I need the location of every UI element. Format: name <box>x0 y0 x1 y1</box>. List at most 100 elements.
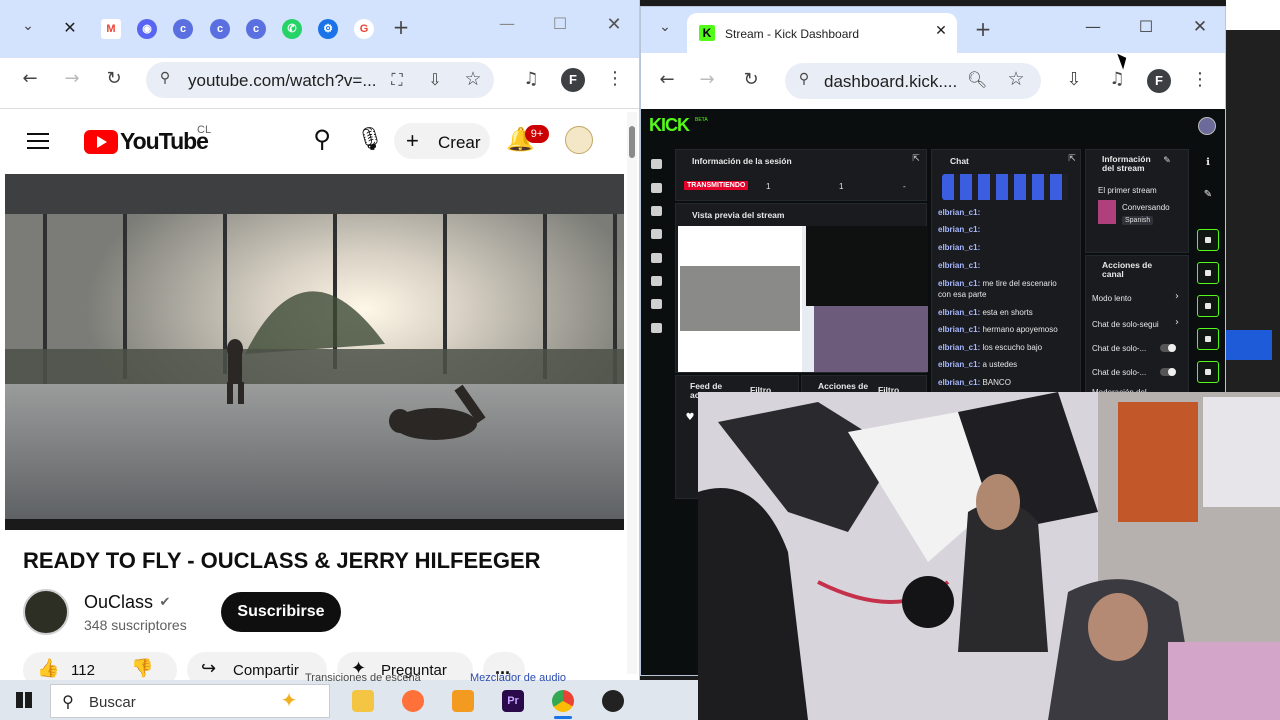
wrench-icon[interactable] <box>651 276 662 286</box>
close-tab-icon[interactable]: ✕ <box>60 18 80 37</box>
microphone-icon[interactable]: 🎙 <box>356 127 384 152</box>
new-tab-button[interactable]: + <box>391 15 411 39</box>
subscribe-button[interactable]: Suscribirse <box>221 592 341 632</box>
bookmark-star-icon[interactable]: ☆ <box>462 68 484 90</box>
panel-title-line2: canal <box>1102 269 1124 279</box>
tab-search-chevron-icon[interactable]: ⌄ <box>655 19 675 35</box>
settings-tab-icon[interactable]: ⚙ <box>318 19 338 39</box>
profile-avatar[interactable]: F <box>1147 69 1171 93</box>
premiere-icon[interactable]: Pr <box>502 690 524 712</box>
youtube-logo-text[interactable]: YouTube <box>120 128 209 155</box>
reload-icon[interactable]: ↻ <box>741 69 761 90</box>
maximize-icon[interactable]: ☐ <box>1136 17 1156 36</box>
panel-title: Información de la sesión <box>692 156 792 166</box>
obs-icon[interactable] <box>602 690 624 712</box>
page-scrollbar[interactable] <box>627 112 637 674</box>
chrome-icon[interactable] <box>552 690 574 712</box>
create-label: Crear <box>438 133 481 152</box>
address-bar[interactable]: ⚲ dashboard.kick.... 🔍︎ ☆ <box>785 63 1041 99</box>
sidebar-action-icon[interactable] <box>1197 328 1219 350</box>
forward-icon[interactable]: → <box>62 68 82 89</box>
close-tab-icon[interactable]: ✕ <box>933 23 949 39</box>
create-button[interactable]: + Crear <box>394 123 490 159</box>
google-tab-icon[interactable]: G <box>354 19 374 39</box>
calendar-icon[interactable] <box>651 206 662 216</box>
channel-avatar[interactable] <box>23 589 69 635</box>
chat-only-toggle-label: Chat de solo-... <box>1092 344 1147 353</box>
install-icon[interactable]: ⇩ <box>424 70 446 89</box>
back-icon[interactable]: ← <box>20 68 40 89</box>
search-icon[interactable]: ⚲ <box>308 125 336 153</box>
fl-studio-icon[interactable] <box>452 690 474 712</box>
channel-name[interactable]: OuClass <box>84 592 153 613</box>
chevron-right-icon[interactable]: › <box>1172 291 1182 302</box>
whatsapp-tab-icon[interactable]: ✆ <box>282 19 302 39</box>
link-icon[interactable] <box>651 183 662 193</box>
site-info-icon[interactable]: ⚲ <box>795 71 813 87</box>
scrollbar-thumb[interactable] <box>629 126 635 158</box>
stream-preview-image[interactable] <box>678 226 928 372</box>
chat-only-toggle[interactable] <box>1160 368 1176 376</box>
popout-icon[interactable]: ⇱ <box>1066 154 1078 164</box>
screen-icon[interactable] <box>651 253 662 263</box>
bookmark-star-icon[interactable]: ☆ <box>1005 68 1027 90</box>
tab-title: Stream - Kick Dashboard <box>725 27 860 41</box>
followers-only-option[interactable]: Chat de solo-segui <box>1092 320 1159 329</box>
like-button[interactable]: 👍 112 👎 <box>23 652 177 680</box>
slow-mode-option[interactable]: Modo lento <box>1092 294 1132 303</box>
translate-icon[interactable]: ⛶ <box>386 70 408 90</box>
hamburger-menu-icon[interactable] <box>27 133 49 149</box>
chrome-menu-icon[interactable]: ⋮ <box>1191 69 1209 90</box>
thumbs-down-icon[interactable]: 👎 <box>131 658 153 679</box>
video-player[interactable] <box>5 174 624 530</box>
kick-logo[interactable]: KICK <box>649 115 690 136</box>
users-icon[interactable] <box>651 299 662 309</box>
taskbar-search-box[interactable]: ⚲ Buscar ✦ <box>50 684 330 718</box>
edit-pencil-icon[interactable]: ✎ <box>1162 156 1172 166</box>
close-window-icon[interactable]: ✕ <box>604 14 624 35</box>
cursive-tab-icon[interactable]: c <box>173 19 193 39</box>
gmail-tab-icon[interactable]: M <box>101 19 121 39</box>
reload-icon[interactable]: ↻ <box>104 68 124 89</box>
minimize-icon[interactable]: — <box>497 14 517 33</box>
discord-tab-icon[interactable]: ◉ <box>137 19 157 39</box>
edit-icon[interactable]: ✎ <box>1201 189 1215 200</box>
kick-user-avatar[interactable] <box>1198 117 1216 135</box>
info-icon[interactable]: ℹ <box>1201 157 1215 168</box>
maximize-icon[interactable]: ☐ <box>550 14 570 33</box>
new-tab-button[interactable]: + <box>973 17 993 41</box>
popout-icon[interactable]: ⇱ <box>910 154 922 164</box>
youtube-logo-icon[interactable] <box>84 130 118 154</box>
chat-message: elbrian_c1: <box>938 208 981 217</box>
tab-search-chevron-icon[interactable]: ⌄ <box>18 18 38 34</box>
chevron-right-icon[interactable]: › <box>1172 317 1182 328</box>
media-control-icon[interactable]: ♫ <box>1106 69 1128 89</box>
youtube-header: YouTube CL ⚲ 🎙 + Crear 🔔 9+ <box>0 108 639 172</box>
forward-icon[interactable]: → <box>697 69 717 90</box>
cursive-tab-icon[interactable]: c <box>210 19 230 39</box>
profile-avatar[interactable]: F <box>561 68 585 92</box>
site-info-icon[interactable]: ⚲ <box>156 70 174 86</box>
close-window-icon[interactable]: ✕ <box>1190 17 1210 37</box>
sidebar-action-icon[interactable] <box>1197 361 1219 383</box>
sidebar-action-icon[interactable] <box>1197 262 1219 284</box>
trophy-icon[interactable] <box>651 229 662 239</box>
zoom-icon[interactable]: 🔍︎ <box>967 70 987 89</box>
download-icon[interactable]: ⇩ <box>1063 69 1085 90</box>
download-icon[interactable] <box>651 323 662 333</box>
minimize-icon[interactable]: — <box>1083 17 1103 36</box>
sidebar-action-icon[interactable] <box>1197 229 1219 251</box>
chat-only-toggle[interactable] <box>1160 344 1176 352</box>
account-avatar[interactable] <box>565 126 593 154</box>
windows-start-icon[interactable] <box>16 692 32 708</box>
active-tab[interactable]: K Stream - Kick Dashboard ✕ <box>687 13 957 53</box>
back-icon[interactable]: ← <box>657 69 677 90</box>
live-icon[interactable] <box>651 159 662 169</box>
file-explorer-icon[interactable] <box>352 690 374 712</box>
cursive-tab-icon[interactable]: c <box>246 19 266 39</box>
firefox-icon[interactable] <box>402 690 424 712</box>
sidebar-action-icon[interactable] <box>1197 295 1219 317</box>
media-control-icon[interactable]: ♫ <box>520 69 542 89</box>
country-code: CL <box>197 124 212 136</box>
chrome-menu-icon[interactable]: ⋮ <box>606 68 624 89</box>
